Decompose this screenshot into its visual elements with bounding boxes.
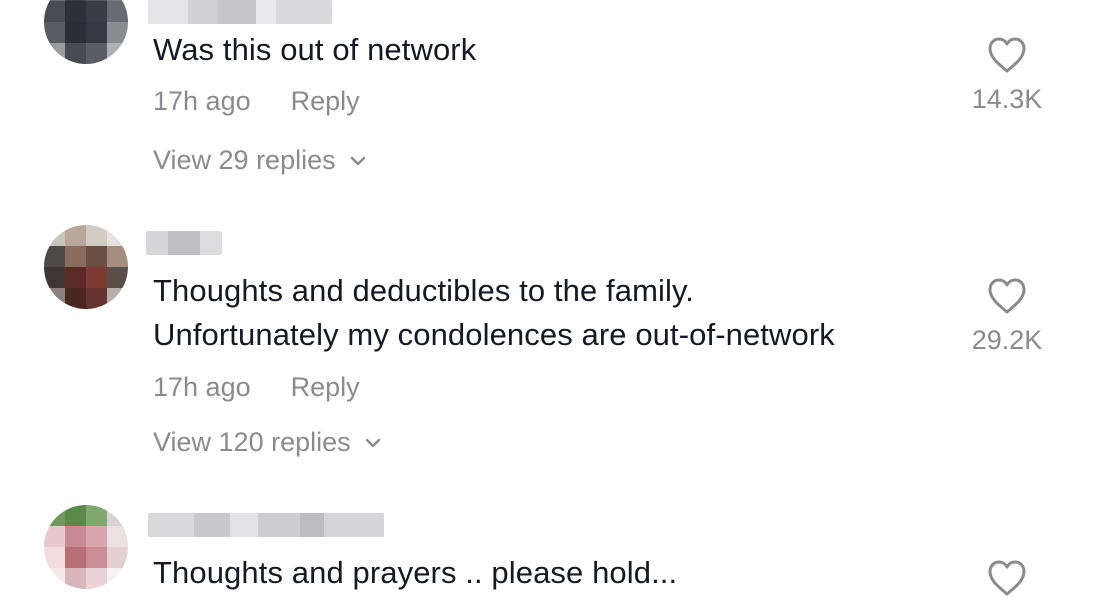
avatar[interactable] (44, 225, 128, 309)
view-replies-button[interactable]: View 120 replies (153, 427, 381, 458)
chevron-down-icon (350, 156, 365, 165)
avatar[interactable] (44, 0, 128, 64)
comment-meta: 17h ago Reply (153, 86, 360, 117)
view-replies-label: View 120 replies (153, 427, 351, 457)
like-button[interactable]: 29.2K (957, 277, 1057, 356)
reply-button[interactable]: Reply (291, 372, 360, 403)
avatar[interactable] (44, 505, 128, 589)
comment-item: Thoughts and deductibles to the family. … (0, 225, 1095, 475)
comment-text: Thoughts and deductibles to the family. … (153, 273, 835, 352)
comment-timestamp: 17h ago (153, 372, 251, 402)
username-blurred[interactable] (146, 231, 222, 255)
username-blurred[interactable] (148, 513, 384, 537)
comment-meta: 17h ago Reply (153, 372, 360, 403)
heart-outline-icon (988, 37, 1026, 73)
like-count: 14.3K (971, 84, 1043, 114)
comment-timestamp: 17h ago (153, 86, 251, 116)
comment-text: Was this out of network (153, 32, 477, 67)
like-button[interactable] (957, 559, 1057, 597)
comment-text: Thoughts and prayers .. please hold... (153, 555, 678, 590)
like-button[interactable]: 14.3K (957, 36, 1057, 115)
like-count: 29.2K (971, 325, 1043, 355)
reply-button[interactable]: Reply (291, 86, 360, 117)
view-replies-button[interactable]: View 29 replies (153, 145, 366, 176)
comment-item: Was this out of network 17h ago Reply Vi… (0, 0, 1095, 200)
heart-outline-icon (988, 278, 1026, 314)
heart-outline-icon (988, 560, 1026, 596)
username-blurred[interactable] (148, 0, 332, 24)
comment-item: Thoughts and prayers .. please hold... (0, 505, 1095, 600)
chevron-down-icon (365, 438, 380, 447)
view-replies-label: View 29 replies (153, 145, 336, 175)
